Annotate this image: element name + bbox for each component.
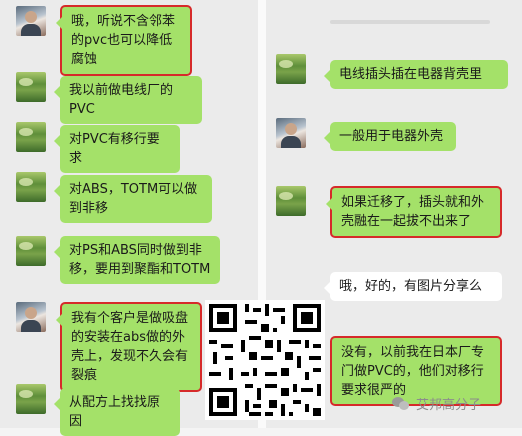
- avatar[interactable]: [276, 118, 306, 148]
- avatar[interactable]: [16, 172, 46, 202]
- message-bubble[interactable]: 我有个客户是做吸盘的安装在abs做的外壳上，发现不久会有裂痕: [56, 302, 202, 392]
- wechat-icon: [392, 396, 410, 411]
- qr-code-icon: [205, 300, 325, 420]
- avatar[interactable]: [16, 236, 46, 266]
- message-bubble[interactable]: 电线插头插在电器背壳里: [324, 60, 508, 89]
- avatar[interactable]: [276, 54, 306, 84]
- message-bubble[interactable]: 一般用于电器外壳: [324, 122, 456, 151]
- avatar[interactable]: [16, 72, 46, 102]
- watermark-text: 艾邦高分子: [416, 398, 482, 413]
- avatar[interactable]: [16, 302, 46, 332]
- avatar[interactable]: [16, 122, 46, 152]
- message-bubble[interactable]: 从配方上找找原因: [54, 388, 180, 436]
- message-bubble[interactable]: 对PS和ABS同时做到非移，要用到聚酯和TOTM: [54, 236, 220, 284]
- watermark: 艾邦高分子: [392, 394, 481, 413]
- message-bubble[interactable]: 我以前做电线厂的PVC: [54, 76, 202, 124]
- message-bubble[interactable]: 对PVC有移行要求: [54, 125, 180, 173]
- message-bubble[interactable]: 哦，听说不含邻苯的pvc也可以降低腐蚀: [56, 5, 192, 76]
- avatar[interactable]: [276, 186, 306, 216]
- message-bubble[interactable]: 如果迁移了，插头就和外壳融在一起拔不出来了: [326, 186, 502, 238]
- top-scroll-indicator: [330, 20, 490, 24]
- message-bubble[interactable]: 对ABS，TOTM可以做到非移: [54, 175, 212, 223]
- qr-code: [205, 300, 325, 420]
- message-bubble[interactable]: 哦，好的，有图片分享么: [324, 272, 502, 301]
- avatar[interactable]: [16, 384, 46, 414]
- avatar[interactable]: [16, 6, 46, 36]
